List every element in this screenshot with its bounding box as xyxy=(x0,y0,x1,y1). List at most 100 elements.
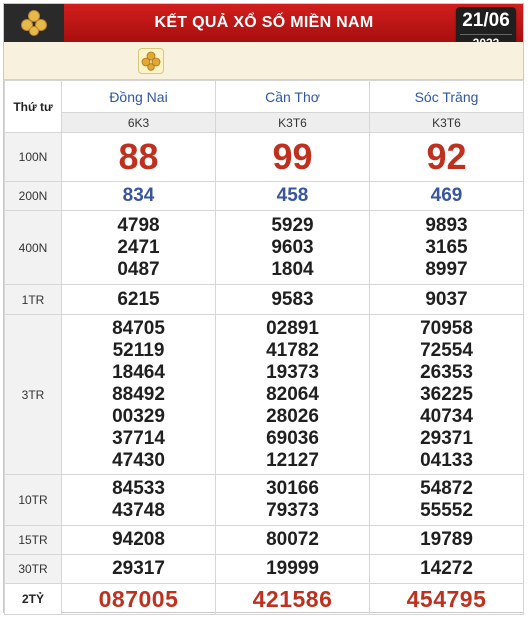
prize-number: 36225 xyxy=(420,383,473,405)
prize-number: 26353 xyxy=(420,361,473,383)
prize-number: 2471 xyxy=(117,236,160,258)
prize-number: 55552 xyxy=(420,500,473,521)
prize-number: 18464 xyxy=(112,361,165,383)
prize-label: 400N xyxy=(4,210,62,285)
prize-number: 79373 xyxy=(266,500,319,521)
sub-toolbar xyxy=(4,42,523,80)
prize-row-10tr: 10TR 84533 43748 30166 79373 54872 55552 xyxy=(4,474,524,526)
prize-number: 88 xyxy=(61,132,216,182)
prize-label: 2TỶ xyxy=(4,583,62,615)
prize-number: 834 xyxy=(61,181,216,211)
prize-row-30tr: 30TR 29317 19999 14272 xyxy=(4,554,524,584)
results-panel: KẾT QUẢ XỔ SỐ MIỀN NAM 21/06 2023 Thứ tư… xyxy=(3,3,524,615)
results-table: Thứ tư Đồng Nai Cần Thơ Sóc Trăng 6K3 K3… xyxy=(4,80,524,615)
prize-number: 92 xyxy=(369,132,524,182)
prize-cell: 30166 79373 xyxy=(215,474,370,526)
prize-number: 02891 xyxy=(266,317,319,339)
prize-label: 200N xyxy=(4,181,62,211)
prize-number: 14272 xyxy=(369,554,524,584)
prize-number: 54872 xyxy=(420,478,473,499)
prize-cell: 84705 52119 18464 88492 00329 37714 4743… xyxy=(61,314,216,475)
prize-label: 3TR xyxy=(4,314,62,475)
prize-number: 9603 xyxy=(271,236,314,258)
prize-cell: 02891 41782 19373 82064 28026 69036 1212… xyxy=(215,314,370,475)
prize-row-1tr: 1TR 6215 9583 9037 xyxy=(4,284,524,315)
prize-number: 8997 xyxy=(425,258,468,280)
special-prize-number: 421586 xyxy=(215,583,370,615)
prize-number: 47430 xyxy=(112,449,165,471)
prize-number: 9583 xyxy=(215,284,370,315)
prize-label: 100N xyxy=(4,132,62,182)
prize-number: 1804 xyxy=(271,258,314,280)
prize-number: 94208 xyxy=(61,525,216,555)
prize-row-special: 2TỶ 087005 421586 454795 xyxy=(4,583,524,615)
prize-number: 82064 xyxy=(266,383,319,405)
lottery-balls-small-icon xyxy=(141,51,161,71)
prize-number: 9893 xyxy=(425,214,468,236)
prize-label: 15TR xyxy=(4,525,62,555)
prize-cell: 4798 2471 0487 xyxy=(61,210,216,285)
prize-number: 6215 xyxy=(61,284,216,315)
prize-row-400n: 400N 4798 2471 0487 5929 9603 1804 9893 … xyxy=(4,210,524,285)
lottery-balls-icon xyxy=(21,10,47,36)
date-day-month: 21/06 xyxy=(462,10,510,31)
prize-number: 28026 xyxy=(266,405,319,427)
ticket-code: K3T6 xyxy=(369,112,524,133)
page-title: KẾT QUẢ XỔ SỐ MIỀN NAM xyxy=(154,14,374,31)
prize-cell: 54872 55552 xyxy=(369,474,524,526)
prize-cell: 5929 9603 1804 xyxy=(215,210,370,285)
prize-cell: 84533 43748 xyxy=(61,474,216,526)
ticket-code: 6K3 xyxy=(61,112,216,133)
prize-number: 9037 xyxy=(369,284,524,315)
prize-number: 69036 xyxy=(266,427,319,449)
prize-label: 30TR xyxy=(4,554,62,584)
prize-number: 19373 xyxy=(266,361,319,383)
prize-number: 72554 xyxy=(420,339,473,361)
prize-row-15tr: 15TR 94208 80072 19789 xyxy=(4,525,524,555)
prize-number: 0487 xyxy=(117,258,160,280)
prize-number: 41782 xyxy=(266,339,319,361)
province-dong-nai[interactable]: Đồng Nai xyxy=(61,80,216,113)
ticket-code: K3T6 xyxy=(215,112,370,133)
prize-number: 70958 xyxy=(420,317,473,339)
prize-number: 00329 xyxy=(112,405,165,427)
special-prize-number: 454795 xyxy=(369,583,524,615)
prize-number: 43748 xyxy=(112,500,165,521)
header-bar: KẾT QUẢ XỔ SỐ MIỀN NAM xyxy=(4,4,523,42)
prize-number: 37714 xyxy=(112,427,165,449)
province-can-tho[interactable]: Cần Thơ xyxy=(215,80,370,113)
prize-cell: 9893 3165 8997 xyxy=(369,210,524,285)
prize-number: 4798 xyxy=(117,214,160,236)
prize-row-3tr: 3TR 84705 52119 18464 88492 00329 37714 … xyxy=(4,314,524,475)
prize-number: 52119 xyxy=(112,339,165,361)
prize-number: 3165 xyxy=(425,236,468,258)
weekday-label: Thứ tư xyxy=(4,80,62,133)
prize-row-100n: 100N 88 99 92 xyxy=(4,132,524,182)
prize-number: 12127 xyxy=(266,449,319,471)
prize-label: 1TR xyxy=(4,284,62,315)
prize-number: 40734 xyxy=(420,405,473,427)
prize-number: 99 xyxy=(215,132,370,182)
prize-number: 29371 xyxy=(420,427,473,449)
prize-label: 10TR xyxy=(4,474,62,526)
special-prize-number: 087005 xyxy=(61,583,216,615)
province-row: Thứ tư Đồng Nai Cần Thơ Sóc Trăng xyxy=(4,80,524,133)
prize-number: 84533 xyxy=(112,478,165,499)
prize-number: 469 xyxy=(369,181,524,211)
lottery-icon-button[interactable] xyxy=(138,48,164,74)
prize-row-200n: 200N 834 458 469 xyxy=(4,181,524,211)
logo-box xyxy=(4,4,64,42)
prize-number: 458 xyxy=(215,181,370,211)
prize-number: 30166 xyxy=(266,478,319,499)
prize-number: 04133 xyxy=(420,449,473,471)
prize-number: 19999 xyxy=(215,554,370,584)
code-row: 6K3 K3T6 K3T6 xyxy=(5,112,524,133)
prize-number: 80072 xyxy=(215,525,370,555)
prize-number: 84705 xyxy=(112,317,165,339)
prize-number: 5929 xyxy=(271,214,314,236)
province-soc-trang[interactable]: Sóc Trăng xyxy=(369,80,524,113)
prize-cell: 70958 72554 26353 36225 40734 29371 0413… xyxy=(369,314,524,475)
prize-number: 29317 xyxy=(61,554,216,584)
prize-number: 88492 xyxy=(112,383,165,405)
prize-number: 19789 xyxy=(369,525,524,555)
